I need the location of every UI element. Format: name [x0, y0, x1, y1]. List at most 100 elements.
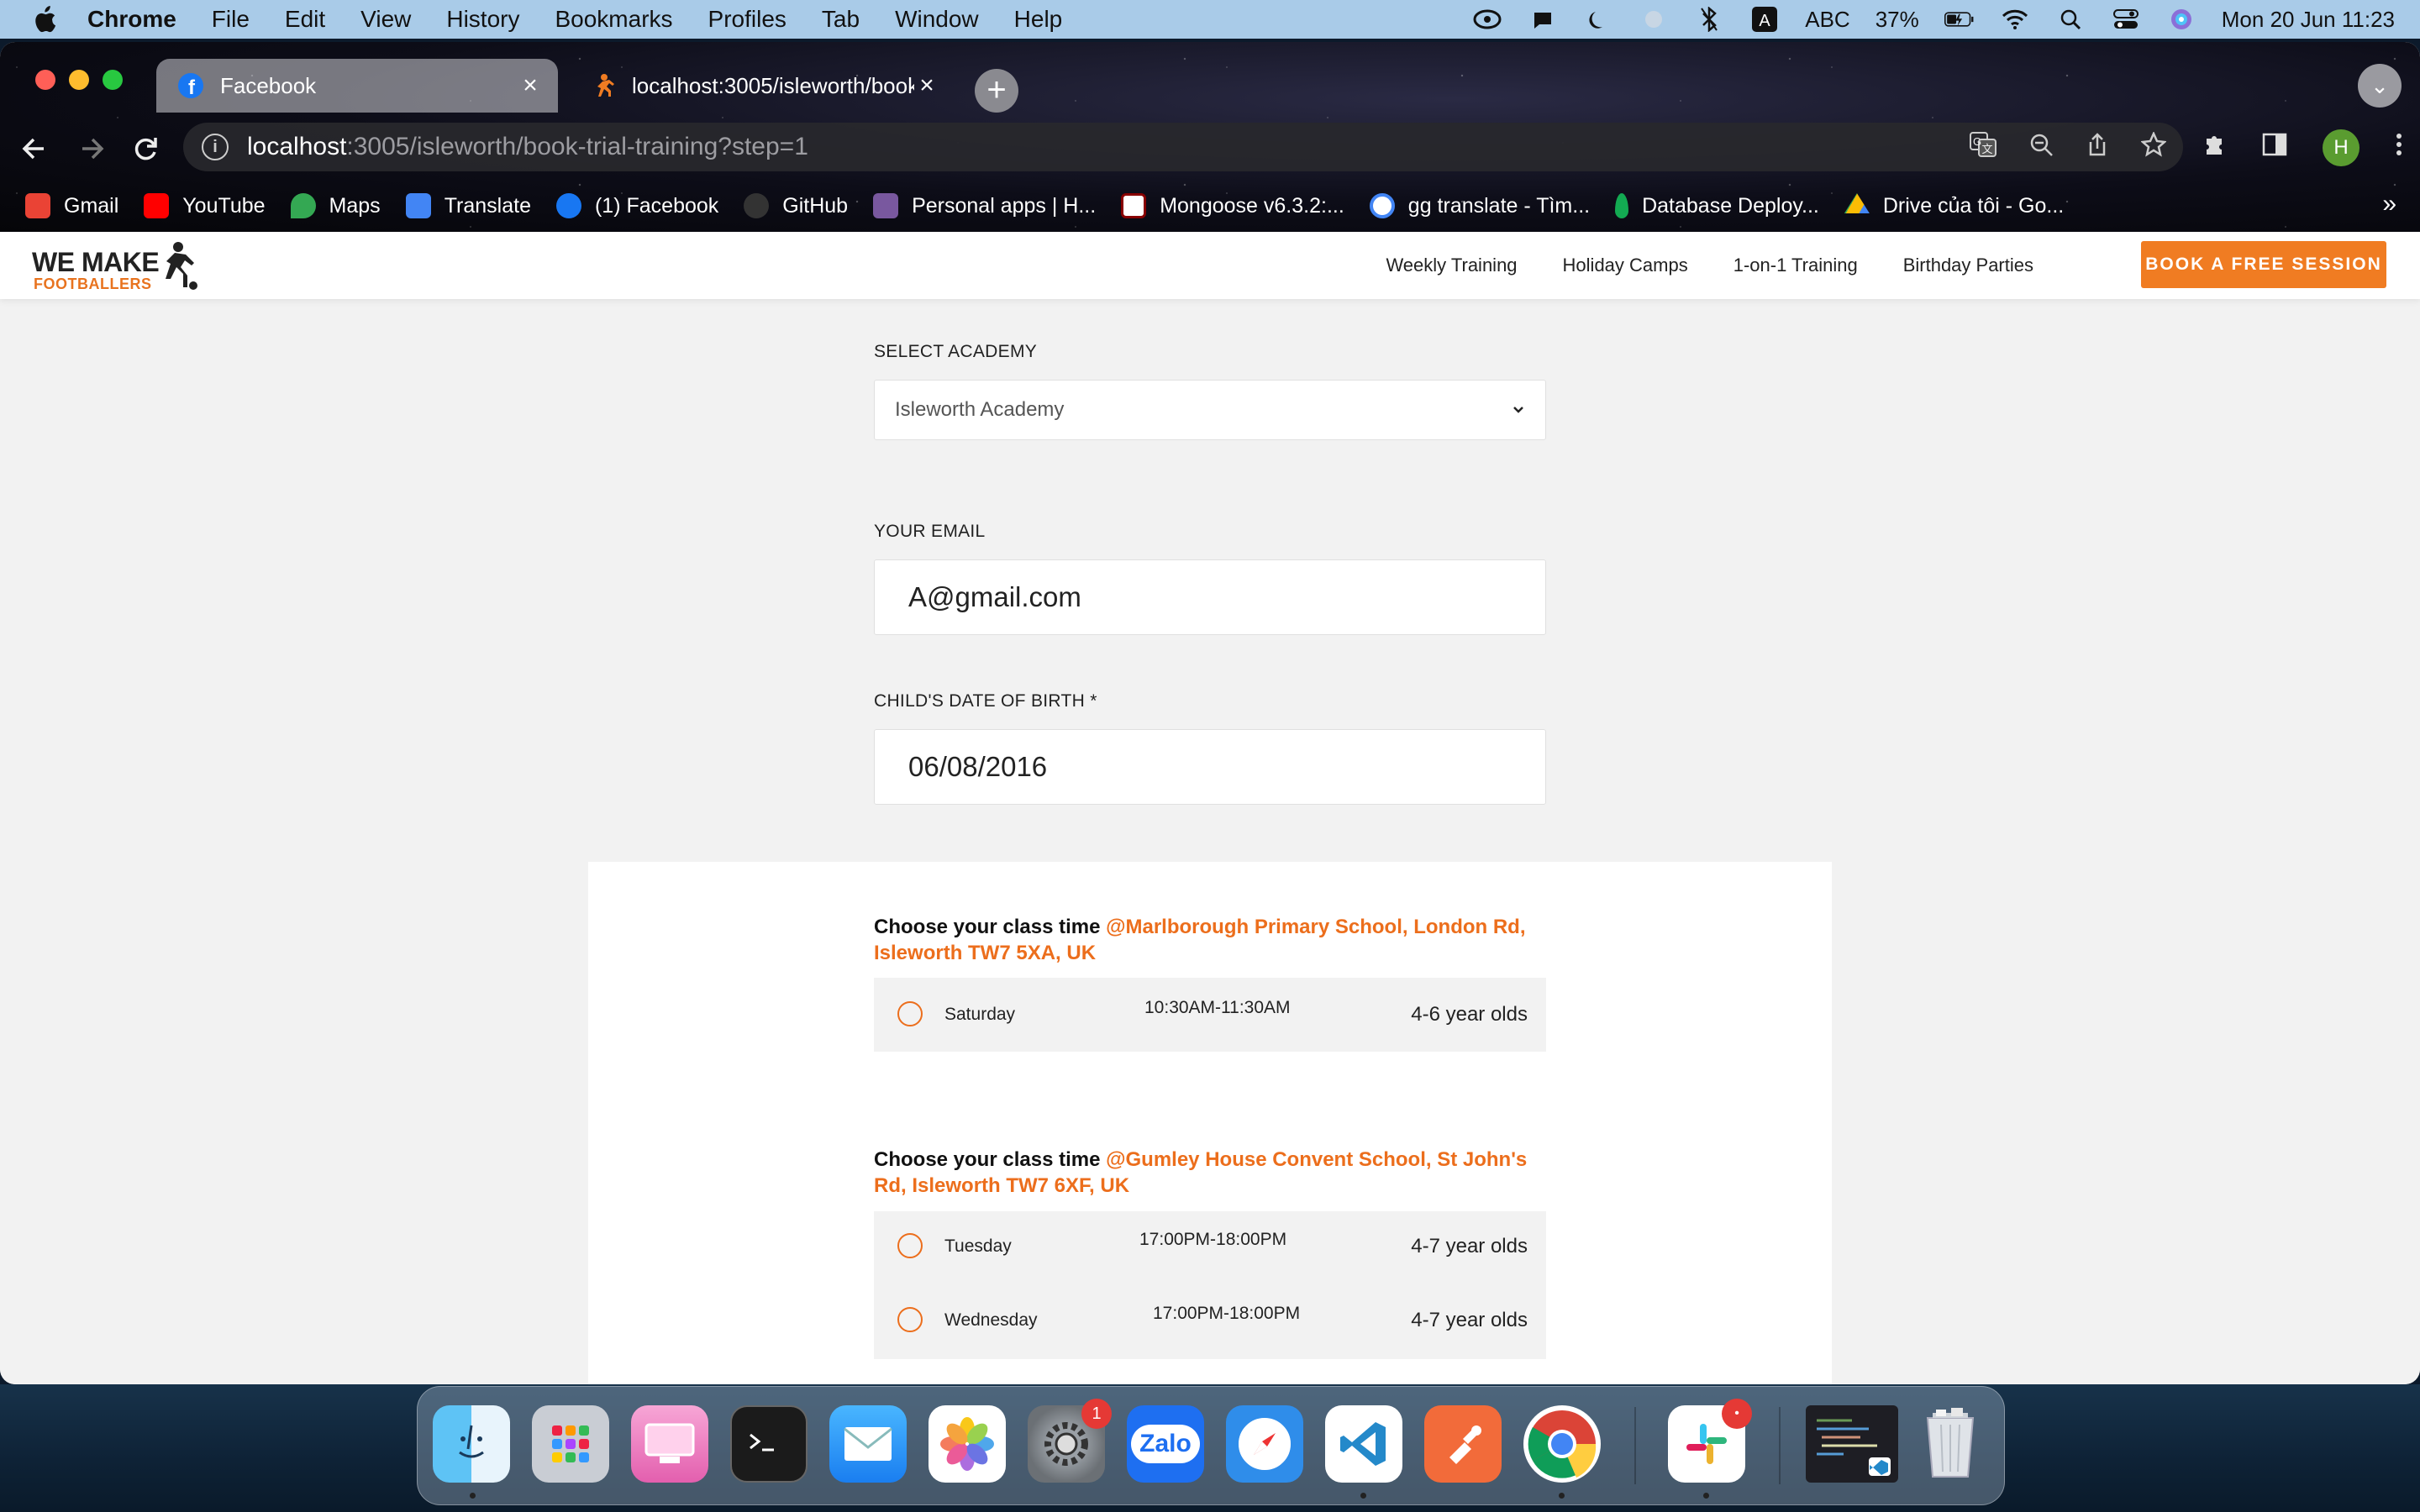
vscode-icon[interactable] [1325, 1405, 1402, 1483]
menu-window[interactable]: Window [895, 6, 979, 33]
menu-tab[interactable]: Tab [822, 6, 860, 33]
control-center-icon[interactable] [2111, 7, 2141, 32]
cleanmymac-icon[interactable] [631, 1405, 708, 1483]
svg-text:A: A [1760, 12, 1771, 30]
site-logo[interactable]: WE MAKE FOOTBALLERS [32, 242, 217, 292]
running-indicator [470, 1493, 476, 1499]
tab-search-icon[interactable]: ⌄ [2358, 64, 2402, 108]
dob-label: CHILD'S DATE OF BIRTH * [874, 691, 1097, 711]
input-source-icon[interactable]: A [1749, 7, 1780, 32]
bookmark-maps[interactable]: Maps [290, 193, 381, 218]
spotlight-search-icon[interactable] [2055, 7, 2086, 32]
class-slot[interactable]: Wednesday 17:00PM-18:00PM 4-7 year olds [874, 1285, 1546, 1359]
bookmark-mongoose[interactable]: Mongoose v6.3.2:... [1121, 193, 1344, 218]
siri-icon[interactable] [2166, 7, 2196, 32]
back-icon[interactable] [13, 128, 55, 170]
profile-avatar[interactable]: H [2323, 129, 2360, 166]
zalo-icon[interactable]: Zalo [1127, 1405, 1204, 1483]
bookmark-facebook[interactable]: (1) Facebook [555, 193, 718, 218]
trash-icon[interactable] [1912, 1405, 1989, 1483]
bookmark-drive[interactable]: Drive của tôi - Go... [1844, 193, 2064, 218]
notification-icon[interactable] [1528, 7, 1558, 32]
launchpad-icon[interactable] [532, 1405, 609, 1483]
nav-holiday-camps[interactable]: Holiday Camps [1563, 255, 1688, 276]
close-window-button[interactable] [35, 70, 55, 90]
menu-file[interactable]: File [212, 6, 250, 33]
bookmark-heroku[interactable]: Personal apps | H... [873, 193, 1096, 218]
menu-edit[interactable]: Edit [285, 6, 325, 33]
slack-icon[interactable]: • [1668, 1399, 1752, 1483]
side-panel-icon[interactable] [2262, 133, 2287, 163]
safari-icon[interactable] [1226, 1405, 1303, 1483]
moon-icon[interactable] [1583, 7, 1613, 32]
minimize-window-button[interactable] [69, 70, 89, 90]
zoom-window-button[interactable] [103, 70, 123, 90]
nav-birthday-parties[interactable]: Birthday Parties [1903, 255, 2033, 276]
slot-radio[interactable] [897, 1233, 923, 1258]
menu-history[interactable]: History [446, 6, 519, 33]
mail-icon[interactable] [829, 1405, 907, 1483]
photos-icon[interactable] [929, 1405, 1006, 1483]
dob-field[interactable]: 06/08/2016 [874, 729, 1546, 805]
share-icon[interactable] [2086, 132, 2109, 163]
extensions-icon[interactable] [2202, 132, 2227, 164]
code-window-icon[interactable] [1806, 1405, 1898, 1483]
wifi-icon[interactable] [2000, 7, 2030, 32]
slot-radio[interactable] [897, 1001, 923, 1026]
nav-one-on-one-training[interactable]: 1-on-1 Training [1733, 255, 1858, 276]
chrome-icon[interactable] [1523, 1405, 1601, 1483]
settings-icon[interactable]: 1 [1028, 1399, 1112, 1483]
email-field[interactable]: A@gmail.com [874, 559, 1546, 635]
bookmarks-bar: Gmail YouTube Maps Translate (1) Faceboo… [0, 181, 2420, 230]
bookmark-star-icon[interactable] [2140, 130, 2167, 163]
more-bookmarks-icon[interactable]: » [2382, 190, 2396, 218]
class-slot[interactable]: Tuesday 17:00PM-18:00PM 4-7 year olds [874, 1211, 1546, 1285]
postman-icon[interactable] [1424, 1405, 1502, 1483]
bookmark-youtube[interactable]: YouTube [144, 193, 266, 218]
battery-icon[interactable] [1944, 7, 1975, 32]
forward-icon[interactable] [71, 128, 113, 170]
new-tab-button[interactable]: + [975, 69, 1018, 113]
tab-localhost[interactable]: localhost:3005/isleworth/book × [568, 59, 955, 113]
apple-icon[interactable] [32, 6, 57, 33]
close-tab-icon[interactable]: × [518, 71, 543, 100]
zoom-out-icon[interactable] [2028, 132, 2054, 163]
running-indicator [1703, 1493, 1709, 1499]
bookmark-label: Gmail [64, 193, 119, 218]
bookmark-gmail[interactable]: Gmail [25, 193, 118, 218]
slot-radio[interactable] [897, 1307, 923, 1332]
tab-facebook[interactable]: f Facebook × [156, 59, 558, 113]
bookmark-github[interactable]: GitHub [744, 193, 848, 218]
facebook-icon [555, 193, 581, 218]
menu-clock[interactable]: Mon 20 Jun 11:23 [2222, 7, 2395, 33]
address-bar[interactable]: i localhost:3005/isleworth/book-trial-tr… [183, 123, 2183, 171]
input-source-label[interactable]: ABC [1805, 7, 1849, 33]
reload-icon[interactable] [124, 128, 166, 170]
translate-icon [405, 193, 431, 218]
terminal-icon[interactable] [730, 1405, 808, 1483]
site-info-icon[interactable]: i [202, 134, 229, 160]
menu-help[interactable]: Help [1014, 6, 1063, 33]
menu-view[interactable]: View [360, 6, 411, 33]
menu-bookmarks[interactable]: Bookmarks [555, 6, 672, 33]
nav-weekly-training[interactable]: Weekly Training [1386, 255, 1517, 276]
bookmark-mongodb[interactable]: Database Deploy... [1615, 193, 1819, 218]
close-tab-icon[interactable]: × [914, 71, 939, 100]
menu-profiles[interactable]: Profiles [708, 6, 786, 33]
battery-percent[interactable]: 37% [1876, 7, 1919, 33]
logo-line1: WE MAKE [32, 247, 160, 277]
book-free-session-button[interactable]: BOOK A FREE SESSION [2141, 241, 2386, 288]
bluetooth-off-icon[interactable] [1694, 7, 1724, 32]
finder-icon[interactable] [433, 1405, 510, 1483]
youtube-icon [144, 193, 170, 218]
logo-line2: FOOTBALLERS [34, 276, 152, 292]
menu-app-name[interactable]: Chrome [87, 6, 176, 33]
status-dot-icon[interactable] [1639, 7, 1669, 32]
translate-page-icon[interactable]: 文G [1970, 131, 1996, 163]
creative-cloud-icon[interactable] [1472, 7, 1502, 32]
academy-select[interactable]: Isleworth Academy [874, 380, 1546, 440]
class-slot[interactable]: Saturday 10:30AM-11:30AM 4-6 year olds [874, 978, 1546, 1052]
bookmark-translate[interactable]: Translate [405, 193, 531, 218]
bookmark-google-search[interactable]: gg translate - Tìm... [1369, 193, 1590, 218]
chrome-menu-icon[interactable] [2395, 132, 2403, 164]
